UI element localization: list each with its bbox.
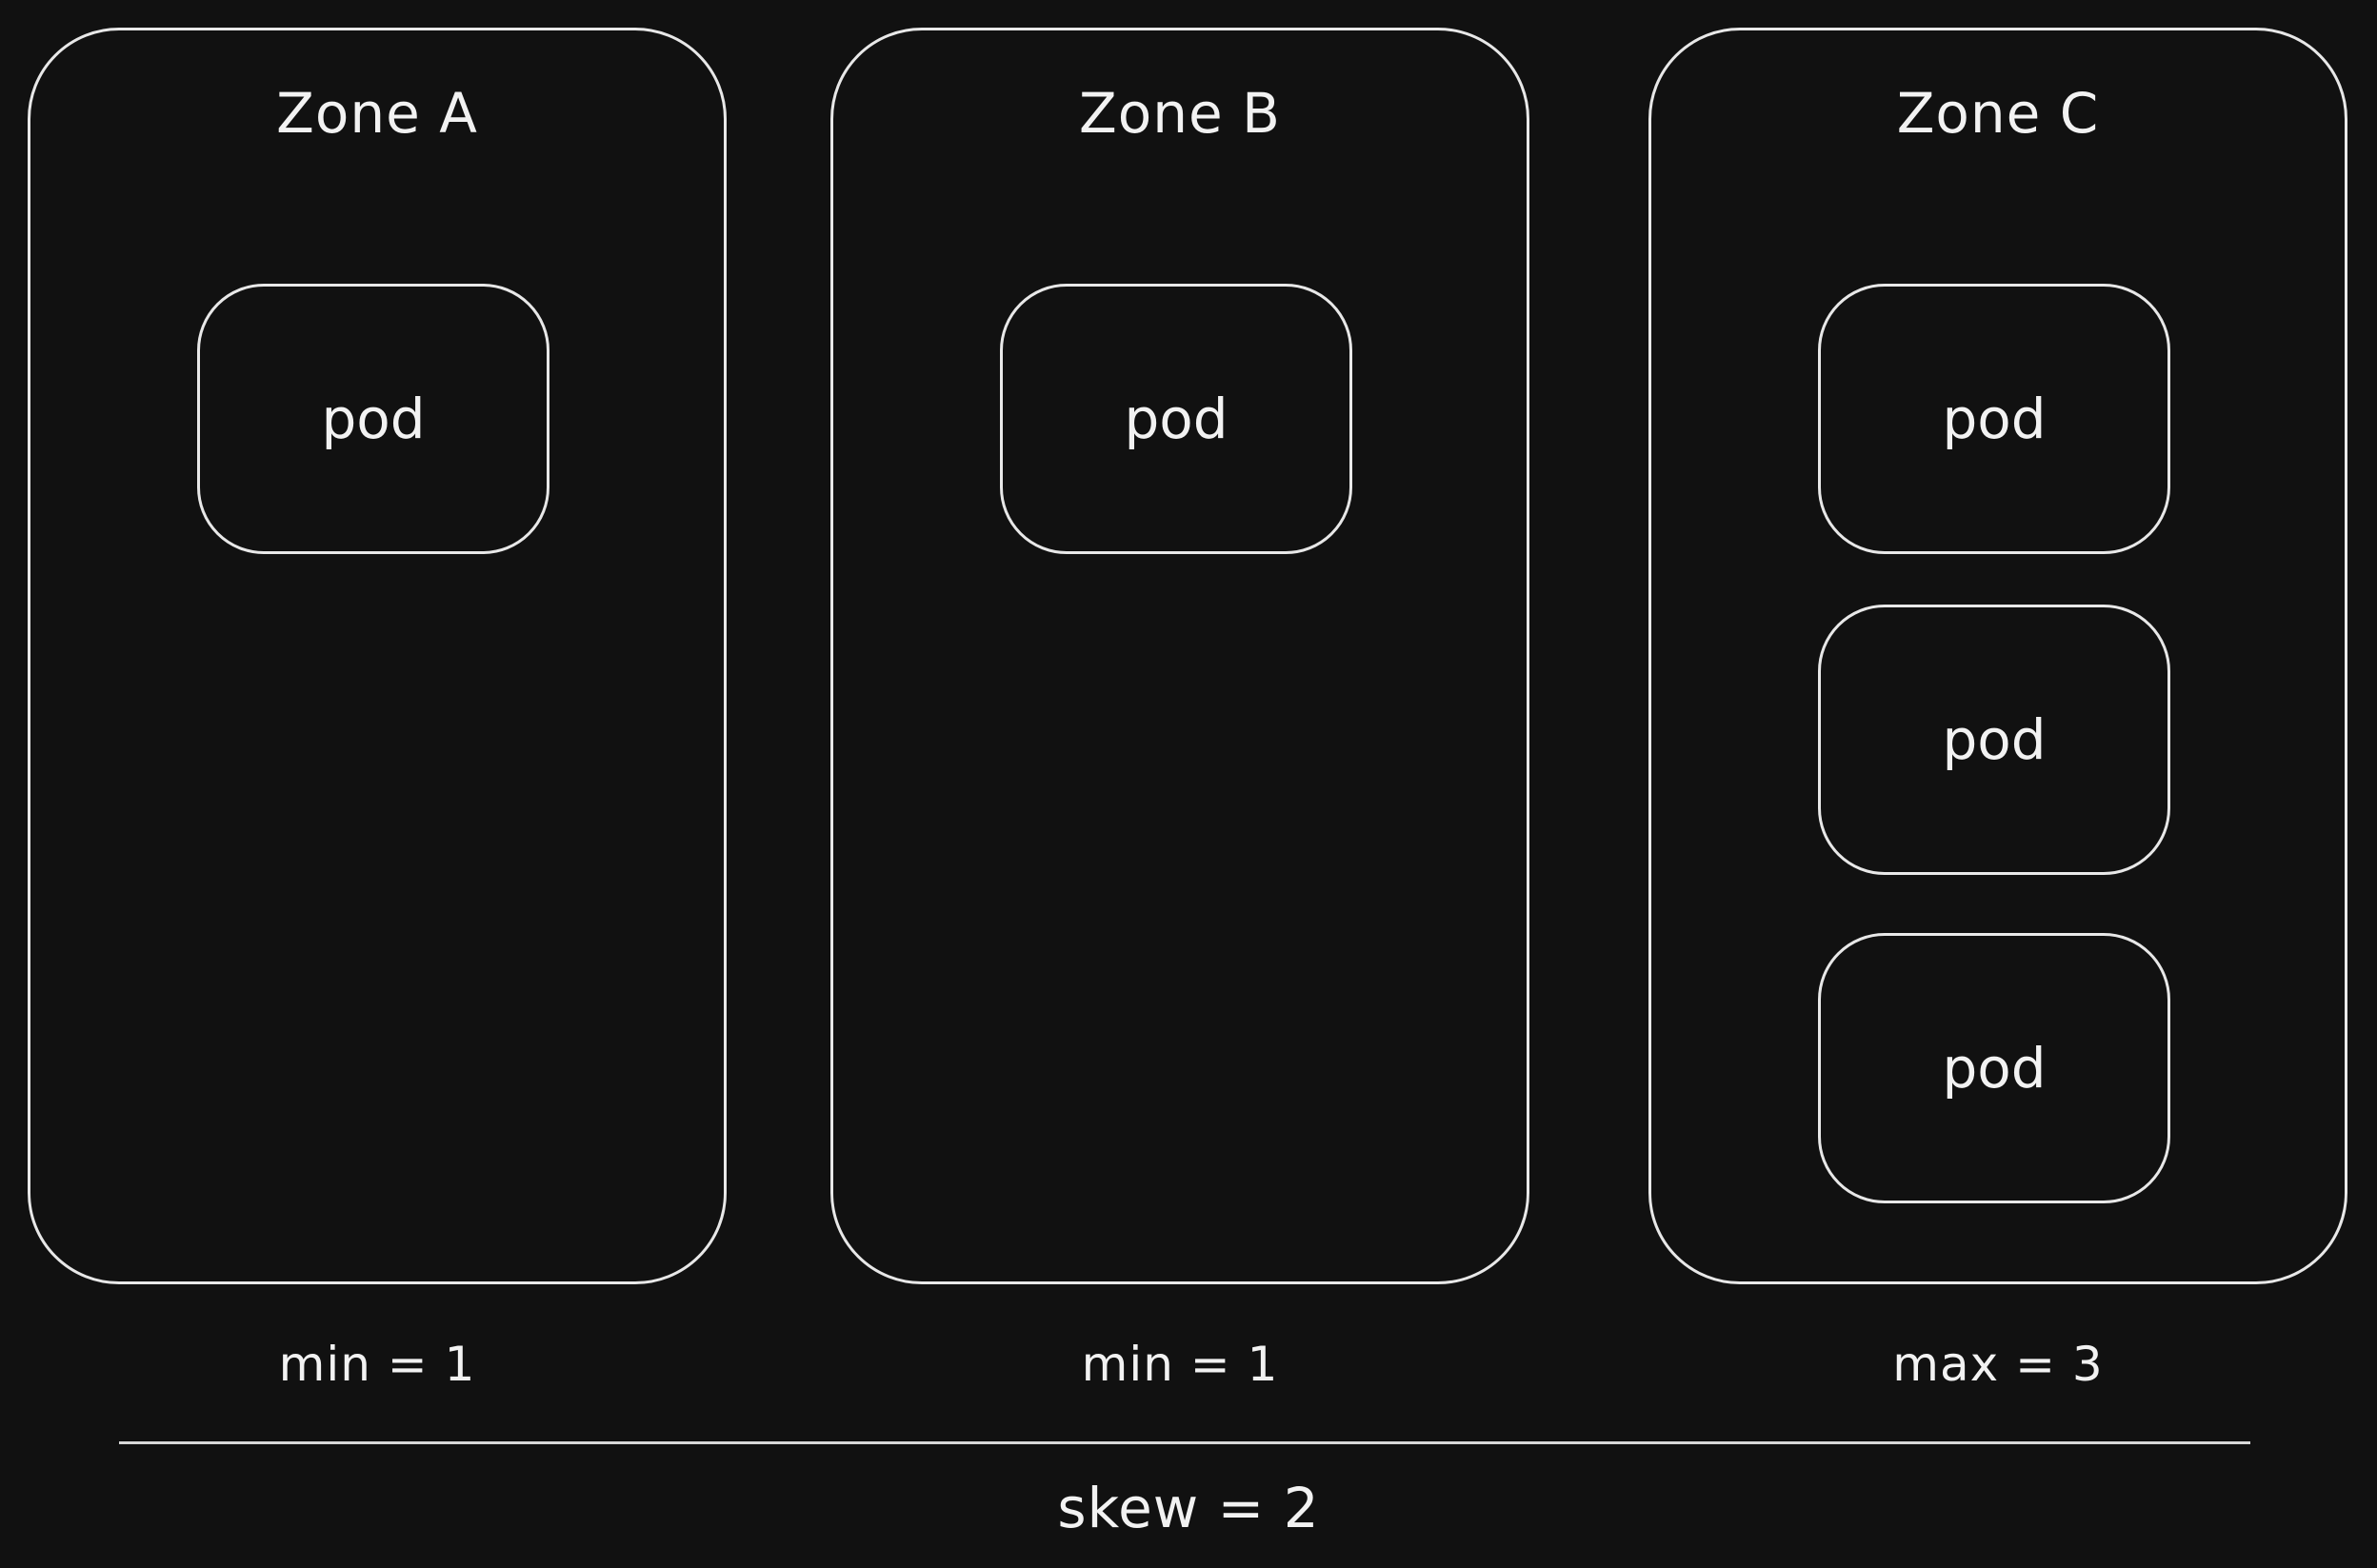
- pod-label: pod: [1942, 387, 2047, 451]
- zone-b-title: Zone B: [1079, 81, 1281, 146]
- pod-label: pod: [1124, 387, 1228, 451]
- zone-b-box: Zone B pod: [830, 28, 1529, 1284]
- zone-a-pod: pod: [197, 284, 549, 554]
- zone-a-title: Zone A: [276, 81, 478, 146]
- zone-b-bound-label: min = 1: [1081, 1337, 1279, 1392]
- zone-c-title: Zone C: [1896, 81, 2100, 146]
- zone-c-box: Zone C pod pod pod: [1648, 28, 2347, 1284]
- skew-divider: [119, 1441, 2250, 1444]
- zone-c-pod-1: pod: [1818, 284, 2170, 554]
- pod-label: pod: [1942, 707, 2047, 772]
- pod-label: pod: [321, 387, 426, 451]
- zone-a-bound-label: min = 1: [278, 1337, 476, 1392]
- pod-label: pod: [1942, 1036, 2047, 1101]
- zone-b-pod: pod: [1000, 284, 1352, 554]
- zone-c-bound-label: max = 3: [1892, 1337, 2104, 1392]
- zone-c-pod-2: pod: [1818, 605, 2170, 875]
- zone-c-pod-3: pod: [1818, 933, 2170, 1203]
- skew-label: skew = 2: [1057, 1476, 1320, 1540]
- zone-a-box: Zone A pod: [28, 28, 727, 1284]
